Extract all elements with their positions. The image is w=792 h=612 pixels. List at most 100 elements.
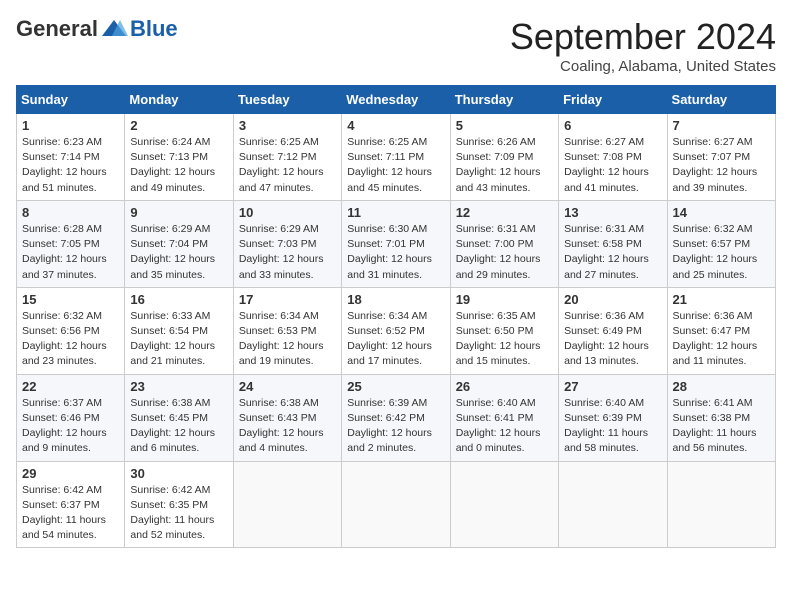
day-number: 2 bbox=[130, 118, 227, 133]
day-number: 11 bbox=[347, 205, 444, 220]
calendar-cell: 7 Sunrise: 6:27 AMSunset: 7:07 PMDayligh… bbox=[667, 114, 775, 201]
calendar-cell: 3 Sunrise: 6:25 AMSunset: 7:12 PMDayligh… bbox=[233, 114, 341, 201]
day-number: 10 bbox=[239, 205, 336, 220]
calendar-cell: 16 Sunrise: 6:33 AMSunset: 6:54 PMDaylig… bbox=[125, 287, 233, 374]
day-number: 16 bbox=[130, 292, 227, 307]
day-number: 19 bbox=[456, 292, 553, 307]
day-info: Sunrise: 6:32 AMSunset: 6:57 PMDaylight:… bbox=[673, 223, 758, 281]
day-number: 30 bbox=[130, 466, 227, 481]
calendar-week-row: 8 Sunrise: 6:28 AMSunset: 7:05 PMDayligh… bbox=[17, 200, 776, 287]
calendar-cell: 10 Sunrise: 6:29 AMSunset: 7:03 PMDaylig… bbox=[233, 200, 341, 287]
day-number: 9 bbox=[130, 205, 227, 220]
calendar-cell: 26 Sunrise: 6:40 AMSunset: 6:41 PMDaylig… bbox=[450, 374, 558, 461]
day-number: 24 bbox=[239, 379, 336, 394]
day-number: 27 bbox=[564, 379, 661, 394]
calendar-cell: 8 Sunrise: 6:28 AMSunset: 7:05 PMDayligh… bbox=[17, 200, 125, 287]
day-number: 8 bbox=[22, 205, 119, 220]
calendar-table: SundayMondayTuesdayWednesdayThursdayFrid… bbox=[16, 85, 776, 548]
calendar-cell: 19 Sunrise: 6:35 AMSunset: 6:50 PMDaylig… bbox=[450, 287, 558, 374]
day-info: Sunrise: 6:35 AMSunset: 6:50 PMDaylight:… bbox=[456, 310, 541, 368]
calendar-cell bbox=[559, 461, 667, 548]
day-number: 26 bbox=[456, 379, 553, 394]
day-info: Sunrise: 6:34 AMSunset: 6:52 PMDaylight:… bbox=[347, 310, 432, 368]
col-header-thursday: Thursday bbox=[450, 86, 558, 114]
day-info: Sunrise: 6:27 AMSunset: 7:07 PMDaylight:… bbox=[673, 136, 758, 194]
day-info: Sunrise: 6:29 AMSunset: 7:03 PMDaylight:… bbox=[239, 223, 324, 281]
calendar-cell: 17 Sunrise: 6:34 AMSunset: 6:53 PMDaylig… bbox=[233, 287, 341, 374]
calendar-cell: 18 Sunrise: 6:34 AMSunset: 6:52 PMDaylig… bbox=[342, 287, 450, 374]
calendar-cell: 9 Sunrise: 6:29 AMSunset: 7:04 PMDayligh… bbox=[125, 200, 233, 287]
day-info: Sunrise: 6:29 AMSunset: 7:04 PMDaylight:… bbox=[130, 223, 215, 281]
calendar-cell: 13 Sunrise: 6:31 AMSunset: 6:58 PMDaylig… bbox=[559, 200, 667, 287]
day-info: Sunrise: 6:28 AMSunset: 7:05 PMDaylight:… bbox=[22, 223, 107, 281]
calendar-cell: 4 Sunrise: 6:25 AMSunset: 7:11 PMDayligh… bbox=[342, 114, 450, 201]
col-header-tuesday: Tuesday bbox=[233, 86, 341, 114]
day-number: 17 bbox=[239, 292, 336, 307]
calendar-cell: 25 Sunrise: 6:39 AMSunset: 6:42 PMDaylig… bbox=[342, 374, 450, 461]
calendar-cell: 22 Sunrise: 6:37 AMSunset: 6:46 PMDaylig… bbox=[17, 374, 125, 461]
calendar-header-row: SundayMondayTuesdayWednesdayThursdayFrid… bbox=[17, 86, 776, 114]
day-number: 28 bbox=[673, 379, 770, 394]
calendar-cell: 27 Sunrise: 6:40 AMSunset: 6:39 PMDaylig… bbox=[559, 374, 667, 461]
logo-general-text: General bbox=[16, 16, 98, 42]
page-header: General Blue September 2024 Coaling, Ala… bbox=[16, 16, 776, 75]
col-header-sunday: Sunday bbox=[17, 86, 125, 114]
day-number: 5 bbox=[456, 118, 553, 133]
calendar-cell: 1 Sunrise: 6:23 AMSunset: 7:14 PMDayligh… bbox=[17, 114, 125, 201]
day-number: 14 bbox=[673, 205, 770, 220]
day-info: Sunrise: 6:37 AMSunset: 6:46 PMDaylight:… bbox=[22, 397, 107, 455]
day-info: Sunrise: 6:40 AMSunset: 6:41 PMDaylight:… bbox=[456, 397, 541, 455]
day-number: 22 bbox=[22, 379, 119, 394]
calendar-week-row: 1 Sunrise: 6:23 AMSunset: 7:14 PMDayligh… bbox=[17, 114, 776, 201]
day-number: 29 bbox=[22, 466, 119, 481]
calendar-cell: 29 Sunrise: 6:42 AMSunset: 6:37 PMDaylig… bbox=[17, 461, 125, 548]
day-info: Sunrise: 6:23 AMSunset: 7:14 PMDaylight:… bbox=[22, 136, 107, 194]
calendar-cell: 21 Sunrise: 6:36 AMSunset: 6:47 PMDaylig… bbox=[667, 287, 775, 374]
calendar-cell: 11 Sunrise: 6:30 AMSunset: 7:01 PMDaylig… bbox=[342, 200, 450, 287]
day-info: Sunrise: 6:42 AMSunset: 6:35 PMDaylight:… bbox=[130, 484, 214, 542]
col-header-wednesday: Wednesday bbox=[342, 86, 450, 114]
day-info: Sunrise: 6:32 AMSunset: 6:56 PMDaylight:… bbox=[22, 310, 107, 368]
col-header-saturday: Saturday bbox=[667, 86, 775, 114]
day-info: Sunrise: 6:33 AMSunset: 6:54 PMDaylight:… bbox=[130, 310, 215, 368]
day-number: 3 bbox=[239, 118, 336, 133]
day-info: Sunrise: 6:26 AMSunset: 7:09 PMDaylight:… bbox=[456, 136, 541, 194]
day-info: Sunrise: 6:31 AMSunset: 7:00 PMDaylight:… bbox=[456, 223, 541, 281]
calendar-cell: 28 Sunrise: 6:41 AMSunset: 6:38 PMDaylig… bbox=[667, 374, 775, 461]
location-text: Coaling, Alabama, United States bbox=[510, 58, 776, 75]
logo-blue-text: Blue bbox=[130, 16, 178, 42]
day-info: Sunrise: 6:38 AMSunset: 6:43 PMDaylight:… bbox=[239, 397, 324, 455]
logo: General Blue bbox=[16, 16, 178, 42]
day-number: 4 bbox=[347, 118, 444, 133]
calendar-week-row: 15 Sunrise: 6:32 AMSunset: 6:56 PMDaylig… bbox=[17, 287, 776, 374]
day-info: Sunrise: 6:27 AMSunset: 7:08 PMDaylight:… bbox=[564, 136, 649, 194]
day-info: Sunrise: 6:34 AMSunset: 6:53 PMDaylight:… bbox=[239, 310, 324, 368]
calendar-cell bbox=[233, 461, 341, 548]
day-info: Sunrise: 6:42 AMSunset: 6:37 PMDaylight:… bbox=[22, 484, 106, 542]
day-number: 23 bbox=[130, 379, 227, 394]
col-header-friday: Friday bbox=[559, 86, 667, 114]
day-number: 15 bbox=[22, 292, 119, 307]
calendar-cell bbox=[667, 461, 775, 548]
logo-icon bbox=[100, 18, 128, 40]
calendar-week-row: 29 Sunrise: 6:42 AMSunset: 6:37 PMDaylig… bbox=[17, 461, 776, 548]
calendar-cell bbox=[342, 461, 450, 548]
day-number: 18 bbox=[347, 292, 444, 307]
calendar-cell: 5 Sunrise: 6:26 AMSunset: 7:09 PMDayligh… bbox=[450, 114, 558, 201]
day-info: Sunrise: 6:24 AMSunset: 7:13 PMDaylight:… bbox=[130, 136, 215, 194]
day-info: Sunrise: 6:36 AMSunset: 6:47 PMDaylight:… bbox=[673, 310, 758, 368]
calendar-week-row: 22 Sunrise: 6:37 AMSunset: 6:46 PMDaylig… bbox=[17, 374, 776, 461]
day-number: 25 bbox=[347, 379, 444, 394]
calendar-cell: 12 Sunrise: 6:31 AMSunset: 7:00 PMDaylig… bbox=[450, 200, 558, 287]
calendar-cell: 2 Sunrise: 6:24 AMSunset: 7:13 PMDayligh… bbox=[125, 114, 233, 201]
day-number: 6 bbox=[564, 118, 661, 133]
day-number: 1 bbox=[22, 118, 119, 133]
day-info: Sunrise: 6:40 AMSunset: 6:39 PMDaylight:… bbox=[564, 397, 648, 455]
month-title: September 2024 bbox=[510, 16, 776, 58]
day-number: 21 bbox=[673, 292, 770, 307]
day-info: Sunrise: 6:30 AMSunset: 7:01 PMDaylight:… bbox=[347, 223, 432, 281]
calendar-cell: 23 Sunrise: 6:38 AMSunset: 6:45 PMDaylig… bbox=[125, 374, 233, 461]
calendar-cell: 14 Sunrise: 6:32 AMSunset: 6:57 PMDaylig… bbox=[667, 200, 775, 287]
day-info: Sunrise: 6:25 AMSunset: 7:12 PMDaylight:… bbox=[239, 136, 324, 194]
day-info: Sunrise: 6:41 AMSunset: 6:38 PMDaylight:… bbox=[673, 397, 757, 455]
